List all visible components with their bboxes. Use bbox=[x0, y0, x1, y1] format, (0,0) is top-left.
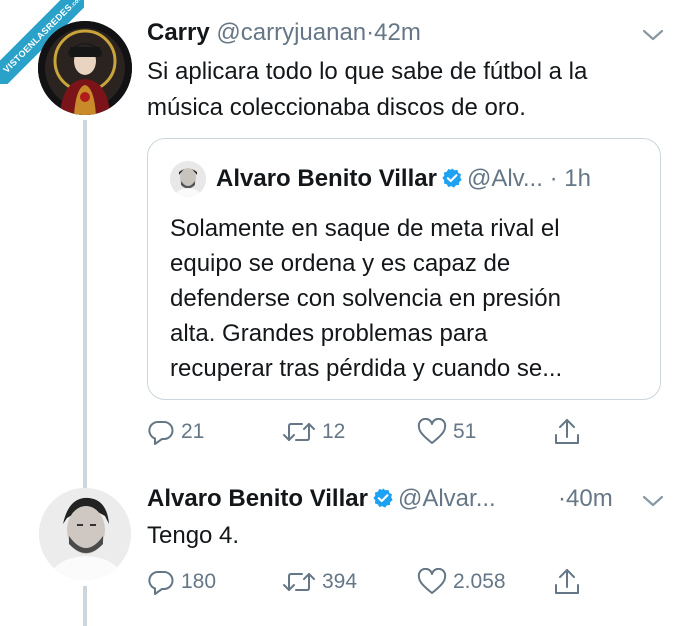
chevron-down-icon[interactable] bbox=[642, 28, 664, 42]
quoted-header: Alvaro Benito Villar @Alv... · 1h bbox=[216, 163, 591, 195]
share-icon bbox=[555, 569, 579, 594]
tweet1-author-name[interactable]: Carry bbox=[147, 19, 210, 46]
tweet2-text: Tengo 4. bbox=[147, 522, 240, 549]
tweet1-actions: 21 12 51 bbox=[147, 415, 617, 449]
tweet2-header: Alvaro Benito Villar @Alvar... bbox=[147, 484, 496, 514]
retweet-icon bbox=[283, 423, 315, 441]
quoted-author-name: Alvaro Benito Villar bbox=[216, 165, 437, 192]
reply-button[interactable]: 21 bbox=[147, 415, 204, 449]
tweet2-dot: · bbox=[558, 485, 566, 512]
retweet-button[interactable]: 12 bbox=[282, 415, 345, 449]
avatar-carry[interactable] bbox=[38, 21, 132, 115]
reply-count: 180 bbox=[181, 570, 217, 593]
tweet2-time[interactable]: 40m bbox=[566, 485, 613, 512]
like-count: 51 bbox=[453, 420, 477, 443]
tweet1-header: Carry @carryjuanan·42m bbox=[147, 18, 421, 48]
tweet1-dot: · bbox=[366, 19, 375, 46]
heart-icon bbox=[417, 568, 447, 594]
reply-count: 21 bbox=[181, 420, 205, 443]
avatar-carry-image bbox=[38, 21, 132, 115]
quoted-text: Solamente en saque de meta rival el equi… bbox=[170, 211, 640, 386]
quoted-text-line: recuperar tras pérdida y cuando se... bbox=[170, 355, 563, 382]
quoted-dot: · bbox=[549, 165, 558, 192]
retweet-button[interactable]: 394 bbox=[282, 565, 357, 599]
quoted-text-line: Solamente en saque de meta rival el bbox=[170, 215, 560, 242]
heart-icon bbox=[417, 418, 447, 444]
like-button[interactable]: 51 bbox=[417, 415, 476, 449]
tweet1-text-line: música coleccionaba discos de oro. bbox=[147, 94, 526, 121]
reply-icon bbox=[148, 420, 174, 445]
chevron-down-icon[interactable] bbox=[642, 494, 664, 508]
reply-button[interactable]: 180 bbox=[147, 565, 216, 599]
share-button[interactable] bbox=[552, 415, 582, 449]
tweet2-author-handle[interactable]: @Alvar... bbox=[398, 485, 496, 512]
quoted-text-line: equipo se ordena y es capaz de bbox=[170, 250, 511, 277]
tweet2-actions: 180 394 2.058 bbox=[147, 565, 617, 599]
thread-line bbox=[83, 586, 87, 626]
tweet2-author-name[interactable]: Alvaro Benito Villar bbox=[147, 485, 368, 512]
tweet1-author-handle[interactable]: @carryjuanan bbox=[216, 19, 366, 46]
reply-icon bbox=[148, 570, 174, 595]
retweet-icon bbox=[283, 573, 315, 591]
quoted-avatar-image bbox=[170, 161, 206, 197]
share-button[interactable] bbox=[552, 565, 582, 599]
quoted-text-line: defenderse con solvencia en presión bbox=[170, 285, 561, 312]
like-count: 2.058 bbox=[453, 570, 506, 593]
avatar-alvaro-image bbox=[39, 488, 131, 580]
retweet-count: 12 bbox=[322, 420, 346, 443]
tweet1-time[interactable]: 42m bbox=[374, 19, 421, 46]
share-icon bbox=[555, 419, 579, 444]
quoted-author-handle: @Alv... bbox=[466, 165, 543, 192]
quoted-text-line: alta. Grandes problemas para bbox=[170, 320, 488, 347]
tweet2-timestamp: ·40m bbox=[558, 484, 613, 514]
watermark-sub: .com bbox=[69, 0, 84, 10]
retweet-count: 394 bbox=[322, 570, 358, 593]
quoted-time: 1h bbox=[564, 165, 591, 192]
quoted-avatar bbox=[170, 161, 206, 197]
verified-badge-icon bbox=[442, 168, 462, 188]
tweet1-text: Si aplicara todo lo que sabe de fútbol a… bbox=[147, 54, 667, 126]
tweet1-text-line: Si aplicara todo lo que sabe de fútbol a… bbox=[147, 58, 588, 85]
like-button[interactable]: 2.058 bbox=[417, 565, 506, 599]
avatar-alvaro[interactable] bbox=[39, 488, 131, 580]
thread-line bbox=[83, 120, 87, 496]
quoted-tweet-card[interactable]: Alvaro Benito Villar @Alv... · 1h Solamen… bbox=[147, 138, 661, 400]
verified-badge-icon bbox=[373, 488, 393, 508]
